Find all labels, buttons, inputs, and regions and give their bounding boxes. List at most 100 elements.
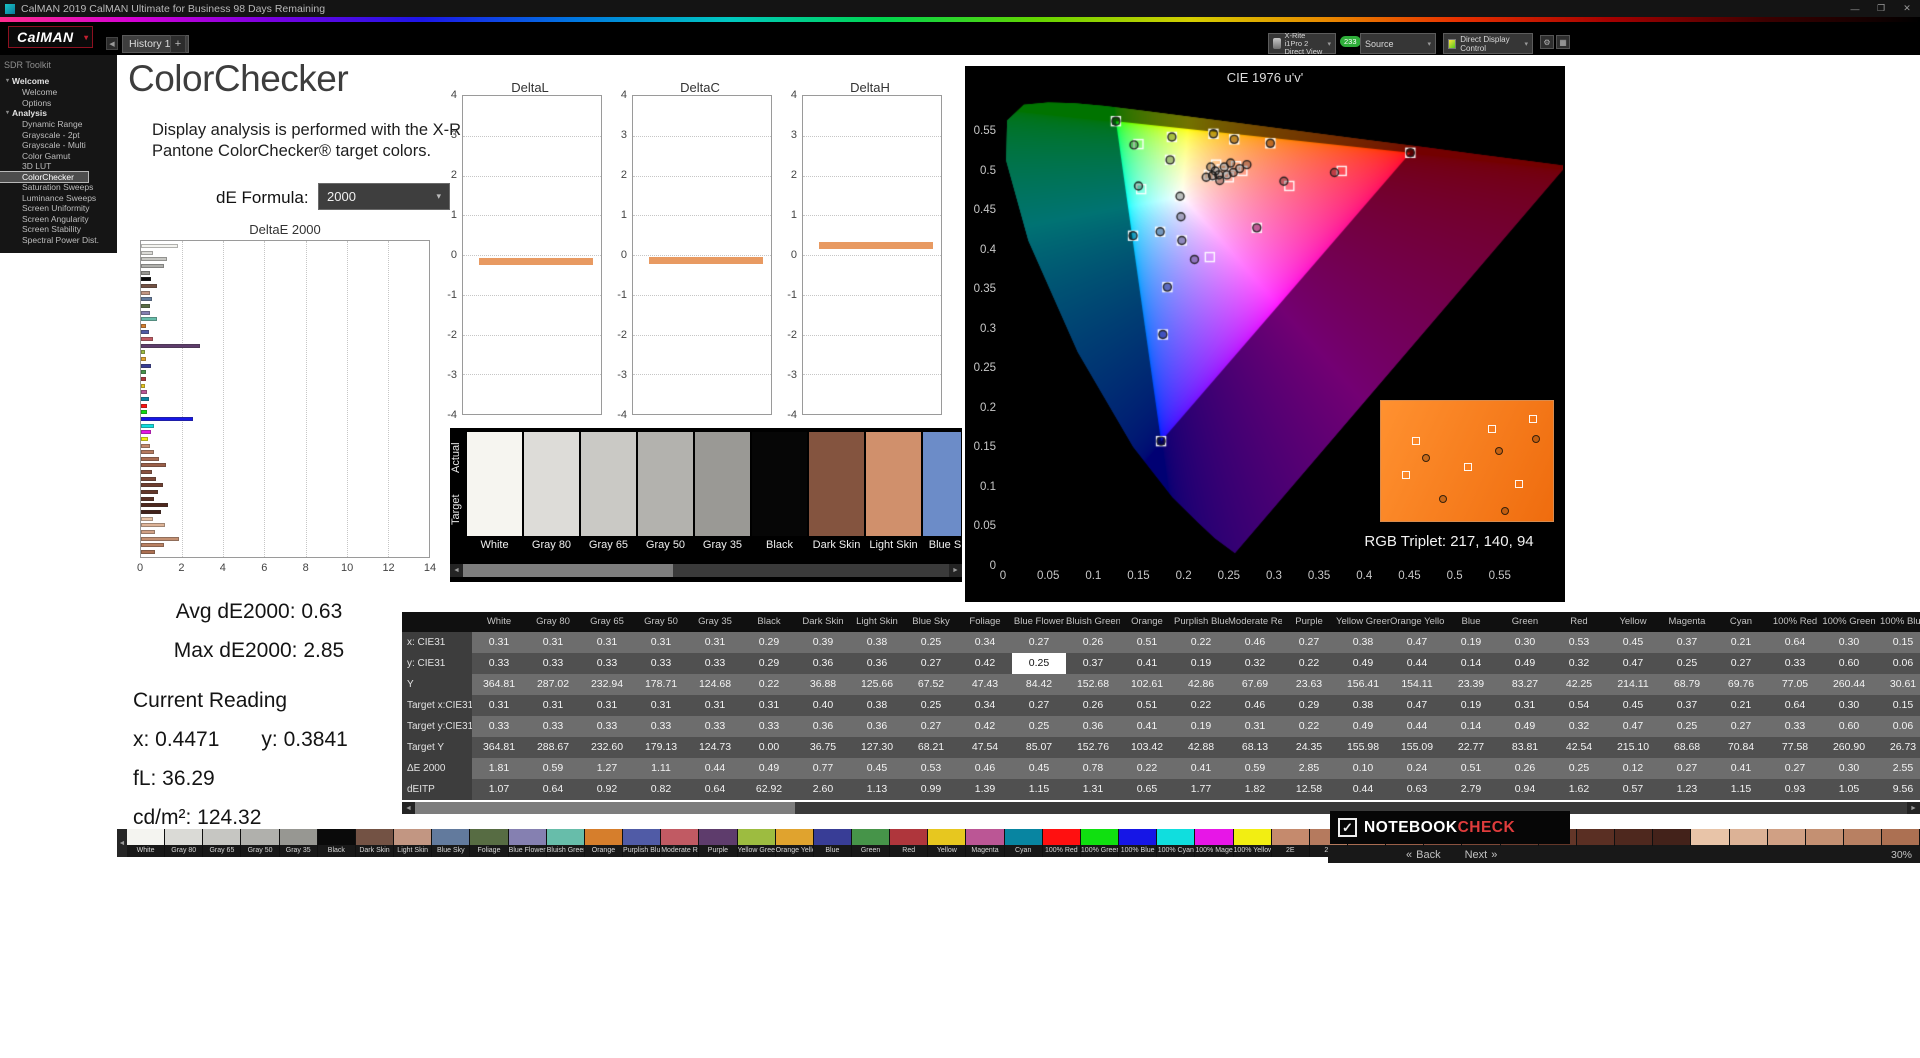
table-cell[interactable]: 0.22 (1174, 695, 1228, 716)
table-cell[interactable]: 0.22 (1282, 653, 1336, 674)
table-cell[interactable]: 0.64 (1768, 632, 1822, 653)
meter-dropdown[interactable]: X-Rite i1Pro 2 Direct View ▾ (1268, 31, 1336, 55)
table-cell[interactable]: 1.81 (472, 758, 526, 779)
table-cell[interactable]: 0.78 (1066, 758, 1120, 779)
table-cell[interactable]: 0.93 (1768, 779, 1822, 800)
table-cell[interactable]: 0.49 (1336, 653, 1390, 674)
calman-logo-menu[interactable]: CalMAN ▾ (8, 26, 93, 48)
table-cell[interactable]: 0.63 (1390, 779, 1444, 800)
strip-patch-bluish-green[interactable]: Bluish Green (546, 829, 585, 857)
table-cell[interactable]: 0.27 (1282, 632, 1336, 653)
table-cell[interactable]: 0.59 (526, 758, 580, 779)
table-cell[interactable]: 0.31 (526, 632, 580, 653)
table-cell[interactable]: 0.36 (850, 716, 904, 737)
table-cell[interactable]: 0.51 (1120, 632, 1174, 653)
strip-patch-purplish-blue[interactable]: Purplish Blue (623, 829, 662, 857)
table-cell[interactable]: 1.23 (1660, 779, 1714, 800)
table-cell[interactable]: 0.49 (742, 758, 796, 779)
table-cell[interactable]: 22.77 (1444, 737, 1498, 758)
table-cell[interactable]: 0.38 (1336, 632, 1390, 653)
table-cell[interactable]: 0.33 (580, 716, 634, 737)
strip-patch-gray-80[interactable]: Gray 80 (165, 829, 204, 857)
table-cell[interactable]: 0.42 (958, 653, 1012, 674)
strip-patch-100-yellow[interactable]: 100% Yellow (1233, 829, 1272, 857)
table-cell[interactable]: 1.27 (580, 758, 634, 779)
table-cell[interactable]: 0.45 (850, 758, 904, 779)
strip-patch-yellow[interactable]: Yellow (928, 829, 967, 857)
table-cell[interactable]: 2.60 (796, 779, 850, 800)
table-cell[interactable]: 0.25 (904, 695, 958, 716)
table-cell[interactable]: 0.94 (1498, 779, 1552, 800)
table-cell[interactable]: 1.05 (1822, 779, 1876, 800)
table-cell[interactable]: 0.06 (1876, 653, 1920, 674)
table-cell[interactable]: 0.31 (742, 695, 796, 716)
table-cell[interactable]: 67.52 (904, 674, 958, 695)
swatch-gray-65[interactable]: Gray 65 (581, 432, 636, 553)
table-cell[interactable]: 0.46 (1228, 632, 1282, 653)
table-cell[interactable]: 152.68 (1066, 674, 1120, 695)
table-cell[interactable]: 85.07 (1012, 737, 1066, 758)
table-cell[interactable]: 1.07 (472, 779, 526, 800)
table-cell[interactable]: 0.19 (1174, 653, 1228, 674)
table-cell[interactable]: 0.49 (1498, 653, 1552, 674)
table-cell[interactable]: 0.12 (1606, 758, 1660, 779)
table-cell[interactable]: 0.53 (904, 758, 958, 779)
table-cell[interactable]: 1.77 (1174, 779, 1228, 800)
table-cell[interactable]: 0.37 (1660, 695, 1714, 716)
table-cell[interactable]: 364.81 (472, 737, 526, 758)
scroll-right-icon[interactable]: ► (949, 564, 962, 577)
table-cell[interactable]: 124.68 (688, 674, 742, 695)
table-cell[interactable]: 1.31 (1066, 779, 1120, 800)
table-cell[interactable]: 102.61 (1120, 674, 1174, 695)
table-cell[interactable]: 0.37 (1066, 653, 1120, 674)
minimize-button[interactable]: — (1842, 0, 1868, 17)
table-cell[interactable]: 0.45 (1606, 695, 1660, 716)
table-cell[interactable]: 68.13 (1228, 737, 1282, 758)
strip-patch-100-red[interactable]: 100% Red (1042, 829, 1081, 857)
table-cell[interactable]: 0.38 (850, 632, 904, 653)
table-cell[interactable]: 0.30 (1498, 632, 1552, 653)
table-cell[interactable]: 0.24 (1390, 758, 1444, 779)
sidebar-item-spectral-power-dist[interactable]: Spectral Power Dist. (0, 235, 117, 246)
table-cell[interactable]: 0.82 (634, 779, 688, 800)
de-formula-dropdown[interactable]: 2000 ▾ (318, 183, 450, 210)
table-cell[interactable]: 0.00 (742, 737, 796, 758)
sidebar-item-colorchecker[interactable]: ColorChecker (0, 170, 89, 183)
swatch-dark-skin[interactable]: Dark Skin (809, 432, 864, 553)
table-cell[interactable]: 103.42 (1120, 737, 1174, 758)
table-cell[interactable]: 68.79 (1660, 674, 1714, 695)
table-cell[interactable]: 124.73 (688, 737, 742, 758)
table-cell[interactable]: 0.33 (526, 716, 580, 737)
table-cell[interactable]: 0.46 (1228, 695, 1282, 716)
strip-patch-light-skin[interactable]: Light Skin (394, 829, 433, 857)
swatch-blue-sky[interactable]: Blue Sky (923, 432, 961, 553)
table-cell[interactable]: 0.44 (1390, 653, 1444, 674)
table-cell[interactable]: 0.14 (1444, 653, 1498, 674)
table-cell[interactable]: 0.31 (580, 695, 634, 716)
table-cell[interactable]: 47.43 (958, 674, 1012, 695)
table-cell[interactable]: 68.21 (904, 737, 958, 758)
table-cell[interactable]: 125.66 (850, 674, 904, 695)
table-cell[interactable]: 0.29 (742, 653, 796, 674)
table-cell[interactable]: 0.31 (526, 695, 580, 716)
table-cell[interactable]: 0.30 (1822, 758, 1876, 779)
table-cell[interactable]: 26.73 (1876, 737, 1920, 758)
table-cell[interactable]: 42.86 (1174, 674, 1228, 695)
table-cell[interactable]: 0.26 (1066, 695, 1120, 716)
table-cell[interactable]: 0.99 (904, 779, 958, 800)
table-cell[interactable]: 232.94 (580, 674, 634, 695)
table-cell[interactable]: 0.25 (1660, 653, 1714, 674)
table-cell[interactable]: 0.33 (688, 653, 742, 674)
table-cell[interactable]: 0.27 (1714, 716, 1768, 737)
table-cell[interactable]: 0.36 (796, 716, 850, 737)
table-cell[interactable]: 0.33 (742, 716, 796, 737)
table-cell[interactable]: 0.27 (904, 653, 958, 674)
table-cell[interactable]: 364.81 (472, 674, 526, 695)
table-cell[interactable]: 127.30 (850, 737, 904, 758)
table-cell[interactable]: 1.13 (850, 779, 904, 800)
table-cell[interactable]: 0.36 (1066, 716, 1120, 737)
sidebar-section-welcome[interactable]: ▾ Welcome (0, 76, 117, 87)
table-cell[interactable]: 232.60 (580, 737, 634, 758)
table-cell[interactable]: 0.92 (580, 779, 634, 800)
scroll-left-icon[interactable]: ◄ (450, 564, 463, 577)
